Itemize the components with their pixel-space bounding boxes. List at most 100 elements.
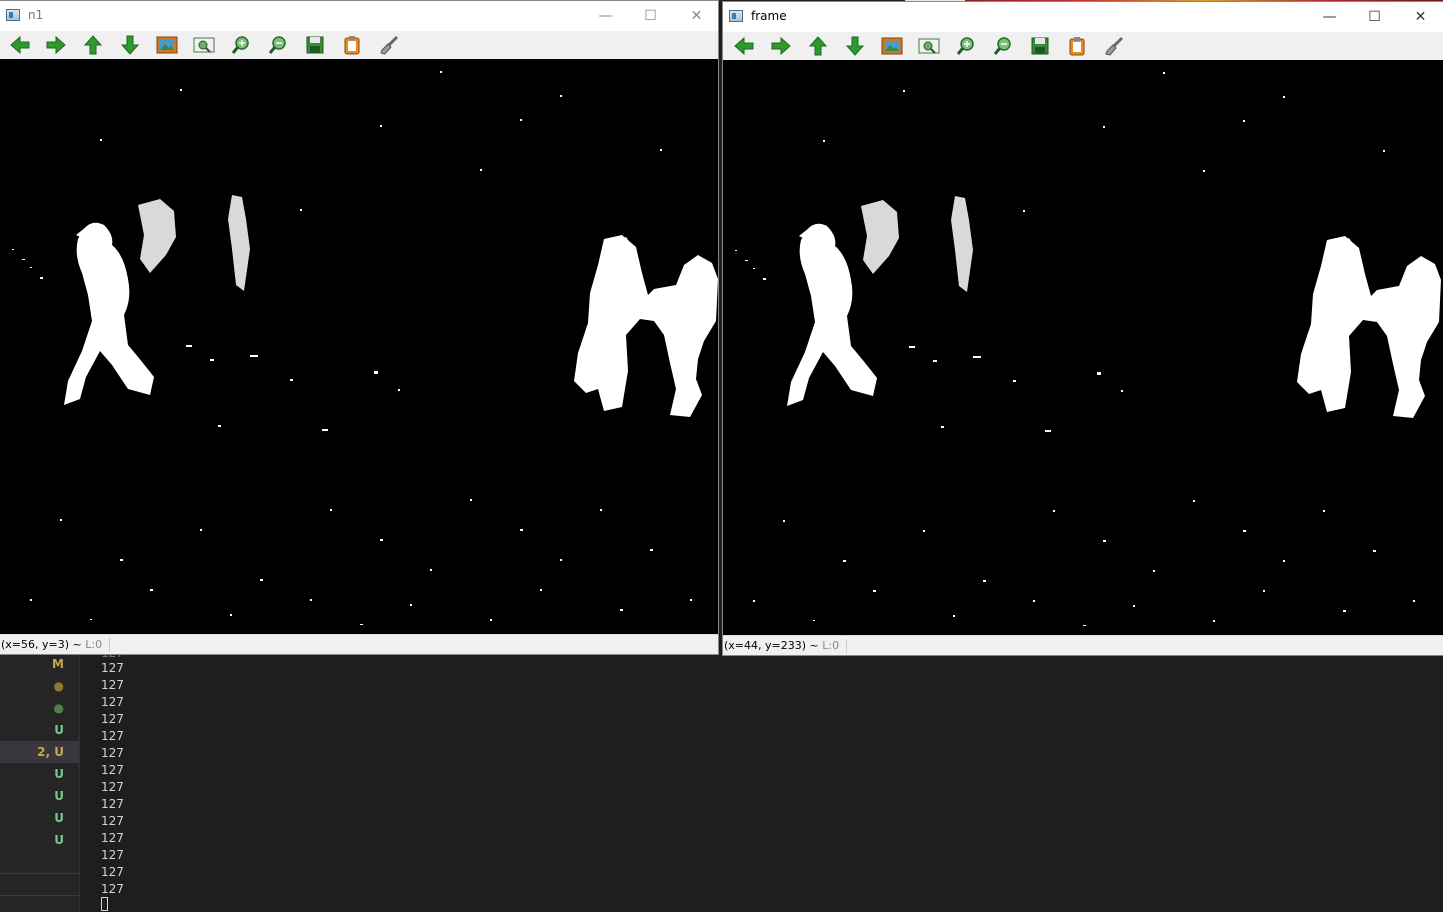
save-button[interactable] bbox=[1028, 34, 1052, 58]
zoom-in-button[interactable] bbox=[229, 33, 253, 57]
pan-up-button[interactable] bbox=[806, 34, 830, 58]
pan-down-button[interactable] bbox=[118, 33, 142, 57]
scm-status-badge[interactable]: U bbox=[0, 785, 64, 807]
image-window-n1: n1 — ☐ ✕ (x=56, y=3) ~ L:0 bbox=[0, 0, 719, 655]
output-line: 127 bbox=[101, 831, 124, 845]
brush-icon bbox=[1105, 36, 1124, 56]
zoom-original-button[interactable] bbox=[155, 33, 179, 57]
window-title: frame bbox=[751, 9, 787, 23]
toolbar bbox=[0, 31, 718, 59]
pan-right-button[interactable] bbox=[44, 33, 68, 57]
arrow-down-icon bbox=[845, 36, 865, 56]
save-button[interactable] bbox=[303, 33, 327, 57]
minimize-button[interactable]: — bbox=[1307, 2, 1352, 32]
pixel-level: L:0 bbox=[85, 638, 103, 651]
picture-icon bbox=[156, 36, 178, 54]
app-icon bbox=[729, 10, 743, 22]
pan-down-button[interactable] bbox=[843, 34, 867, 58]
arrow-down-icon bbox=[120, 35, 140, 55]
toolbar bbox=[723, 32, 1443, 60]
pan-left-button[interactable] bbox=[732, 34, 756, 58]
status-divider bbox=[845, 639, 847, 653]
scm-status-badge[interactable]: U bbox=[0, 763, 64, 785]
zoom-in-button[interactable] bbox=[954, 34, 978, 58]
brush-icon bbox=[380, 35, 399, 55]
zoom-fit-button[interactable] bbox=[192, 33, 216, 57]
image-window-frame: frame — ☐ ✕ (x=44, y=233) ~ L:0 bbox=[722, 1, 1443, 656]
image-canvas[interactable] bbox=[0, 59, 718, 635]
title-bar[interactable]: frame — ☐ ✕ bbox=[723, 2, 1443, 32]
zoom-fit-icon bbox=[193, 37, 215, 53]
status-divider bbox=[108, 638, 110, 652]
floppy-disk-icon bbox=[1031, 37, 1049, 55]
arrow-up-icon bbox=[808, 36, 828, 56]
arrow-right-icon bbox=[771, 36, 791, 56]
pixel-level: L:0 bbox=[822, 639, 840, 652]
gutter-divider bbox=[0, 873, 80, 874]
cursor-coordinates: (x=56, y=3) ~ bbox=[1, 638, 82, 651]
scm-status-badge[interactable]: U bbox=[0, 829, 64, 851]
zoom-fit-button[interactable] bbox=[917, 34, 941, 58]
status-bar: (x=44, y=233) ~ L:0 bbox=[723, 635, 1443, 655]
scm-gutter: M ● ● U 2, U U U U U bbox=[0, 655, 80, 912]
output-line: 127 bbox=[101, 746, 124, 760]
arrow-left-icon bbox=[10, 35, 30, 55]
properties-button[interactable] bbox=[377, 33, 401, 57]
output-line: 127 bbox=[101, 882, 124, 896]
clipboard-icon bbox=[1069, 37, 1085, 56]
zoom-original-button[interactable] bbox=[880, 34, 904, 58]
terminal-cursor bbox=[101, 897, 108, 911]
output-line: 127 bbox=[101, 712, 124, 726]
scm-status-badge[interactable]: ● bbox=[0, 697, 64, 719]
ide-panel: M ● ● U 2, U U U U U 127 127 127 127 127… bbox=[0, 646, 1443, 912]
output-line: 127 bbox=[101, 695, 124, 709]
gutter-divider bbox=[0, 895, 80, 896]
scm-status-badge[interactable]: M bbox=[0, 653, 64, 675]
output-line: 127 bbox=[101, 678, 124, 692]
maximize-button[interactable]: ☐ bbox=[1352, 2, 1397, 32]
output-line: 127 bbox=[101, 865, 124, 879]
scm-status-badge[interactable]: U bbox=[0, 807, 64, 829]
output-line: 127 bbox=[101, 763, 124, 777]
pan-left-button[interactable] bbox=[8, 33, 32, 57]
zoom-in-icon bbox=[231, 36, 249, 54]
window-title: n1 bbox=[28, 8, 44, 22]
scm-status-badge[interactable]: U bbox=[0, 719, 64, 741]
foreground-mask-image bbox=[735, 72, 1441, 626]
image-canvas[interactable] bbox=[723, 60, 1443, 636]
arrow-right-icon bbox=[46, 35, 66, 55]
pan-right-button[interactable] bbox=[769, 34, 793, 58]
scm-status-badge-selected[interactable]: 2, U bbox=[0, 741, 79, 763]
copy-button[interactable] bbox=[340, 33, 364, 57]
copy-button[interactable] bbox=[1065, 34, 1089, 58]
picture-icon bbox=[881, 37, 903, 55]
close-button[interactable]: ✕ bbox=[1398, 2, 1443, 32]
zoom-out-icon bbox=[268, 36, 286, 54]
minimize-button[interactable]: — bbox=[583, 1, 628, 31]
zoom-fit-icon bbox=[918, 38, 940, 54]
zoom-in-icon bbox=[956, 37, 974, 55]
output-line: 127 bbox=[101, 814, 124, 828]
app-icon bbox=[6, 9, 20, 21]
properties-button[interactable] bbox=[1102, 34, 1126, 58]
zoom-out-icon bbox=[993, 37, 1011, 55]
output-line: 127 bbox=[101, 780, 124, 794]
zoom-out-button[interactable] bbox=[266, 33, 290, 57]
arrow-up-icon bbox=[83, 35, 103, 55]
output-line: 127 bbox=[101, 797, 124, 811]
output-line: 127 bbox=[101, 848, 124, 862]
status-bar: (x=56, y=3) ~ L:0 bbox=[0, 634, 718, 654]
zoom-out-button[interactable] bbox=[991, 34, 1015, 58]
cursor-coordinates: (x=44, y=233) ~ bbox=[724, 639, 819, 652]
clipboard-icon bbox=[344, 36, 360, 55]
maximize-button[interactable]: ☐ bbox=[628, 1, 673, 31]
output-line: 127 bbox=[101, 729, 124, 743]
scm-status-badge[interactable]: ● bbox=[0, 675, 64, 697]
pan-up-button[interactable] bbox=[81, 33, 105, 57]
close-button[interactable]: ✕ bbox=[674, 1, 719, 31]
title-bar[interactable]: n1 — ☐ ✕ bbox=[0, 1, 718, 31]
floppy-disk-icon bbox=[306, 36, 324, 54]
foreground-mask-image bbox=[12, 71, 718, 625]
arrow-left-icon bbox=[734, 36, 754, 56]
output-line: 127 bbox=[101, 661, 124, 675]
